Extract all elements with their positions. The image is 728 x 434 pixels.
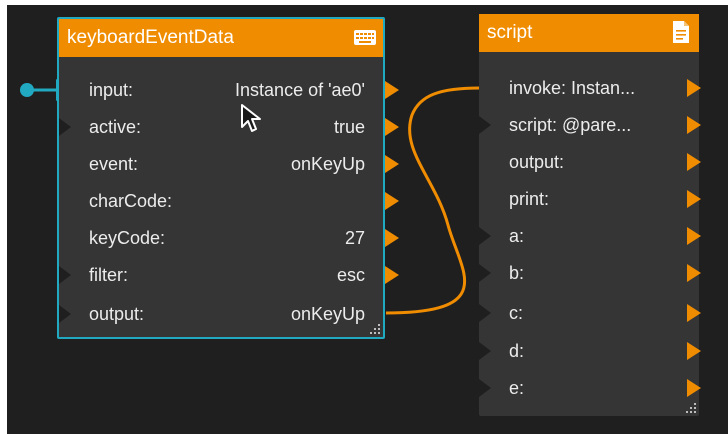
field-row-invoke[interactable]: invoke: Instan... <box>479 69 701 107</box>
field-label: event: <box>89 154 139 174</box>
output-port-icon[interactable] <box>687 116 701 134</box>
output-port-icon[interactable] <box>687 190 701 208</box>
output-port-icon[interactable] <box>687 342 701 360</box>
input-port-icon[interactable] <box>479 116 491 134</box>
field-row-output[interactable]: output: onKeyUp <box>59 295 383 333</box>
output-port-icon[interactable] <box>385 118 399 136</box>
input-port-icon[interactable] <box>59 305 71 323</box>
field-label: d: <box>509 341 525 361</box>
field-label: charCode: <box>89 191 173 211</box>
document-icon <box>673 21 689 43</box>
field-row-event[interactable]: event: onKeyUp <box>59 145 399 183</box>
field-label: c: <box>509 303 524 323</box>
node-title: keyboardEventData <box>67 27 234 48</box>
field-row-input[interactable]: input: Instance of 'ae0' <box>59 71 399 109</box>
resize-grip-icon[interactable] <box>370 324 380 334</box>
input-port-icon[interactable] <box>479 227 491 245</box>
field-value[interactable]: onKeyUp <box>291 295 365 333</box>
output-port-icon[interactable] <box>687 153 701 171</box>
output-port-icon[interactable] <box>385 81 399 99</box>
wire-input-endpoint[interactable] <box>20 83 34 97</box>
node-header[interactable]: keyboardEventData <box>59 19 383 57</box>
node-graph-canvas[interactable]: keyboardEventData input: Instance of 'ae… <box>0 0 728 434</box>
output-port-icon[interactable] <box>385 155 399 173</box>
field-row-print[interactable]: print: <box>479 180 701 218</box>
field-row-b[interactable]: b: <box>479 254 701 292</box>
input-port-icon[interactable] <box>479 304 491 322</box>
keyboard-icon <box>354 30 376 45</box>
field-label: output: <box>509 152 565 172</box>
field-value[interactable]: true <box>334 108 365 146</box>
field-value[interactable]: onKeyUp <box>291 145 365 183</box>
field-label: active: <box>89 117 142 137</box>
field-row-c[interactable]: c: <box>479 294 701 332</box>
input-port-icon[interactable] <box>479 264 491 282</box>
output-port-icon[interactable] <box>385 229 399 247</box>
resize-grip-icon[interactable] <box>686 403 696 413</box>
output-port-icon[interactable] <box>687 379 701 397</box>
field-row-e[interactable]: e: <box>479 369 701 407</box>
field-label: filter: <box>89 265 129 285</box>
wire-output-to-invoke[interactable] <box>385 86 481 315</box>
output-port-icon[interactable] <box>385 266 399 284</box>
node-title: script <box>487 22 533 43</box>
output-port-icon[interactable] <box>687 227 701 245</box>
field-label: e: <box>509 378 525 398</box>
field-label: b: <box>509 263 525 283</box>
keyboard-event-data-node[interactable]: keyboardEventData input: Instance of 'ae… <box>57 17 399 339</box>
input-port-icon[interactable] <box>59 266 71 284</box>
field-row-charcode[interactable]: charCode: <box>59 182 399 220</box>
output-port-icon[interactable] <box>687 79 701 97</box>
script-node[interactable]: script invoke: Instan... script: @pare..… <box>479 14 701 416</box>
field-row-keycode[interactable]: keyCode: 27 <box>59 219 399 257</box>
field-row-active[interactable]: active: true <box>59 108 399 146</box>
field-label: output: <box>89 304 145 324</box>
field-row-output[interactable]: output: <box>479 143 701 181</box>
field-value[interactable]: esc <box>337 256 365 294</box>
field-row-a[interactable]: a: <box>479 217 701 255</box>
field-label: print: <box>509 189 550 209</box>
field-row-d[interactable]: d: <box>479 332 701 370</box>
output-port-icon[interactable] <box>385 192 399 210</box>
field-row-filter[interactable]: filter: esc <box>59 256 399 294</box>
input-port-icon[interactable] <box>479 379 491 397</box>
field-label: input: <box>89 80 134 100</box>
field-label: invoke: Instan... <box>509 78 636 98</box>
field-row-script[interactable]: script: @pare... <box>479 106 701 144</box>
field-label: script: @pare... <box>509 115 632 135</box>
output-port-icon[interactable] <box>687 304 701 322</box>
output-port-icon[interactable] <box>687 264 701 282</box>
input-port-icon[interactable] <box>59 118 71 136</box>
mouse-pointer-icon <box>241 104 261 132</box>
input-port-icon[interactable] <box>479 342 491 360</box>
node-header[interactable]: script <box>479 14 699 52</box>
field-label: keyCode: <box>89 228 166 248</box>
field-label: a: <box>509 226 525 246</box>
field-value[interactable]: 27 <box>345 219 365 257</box>
